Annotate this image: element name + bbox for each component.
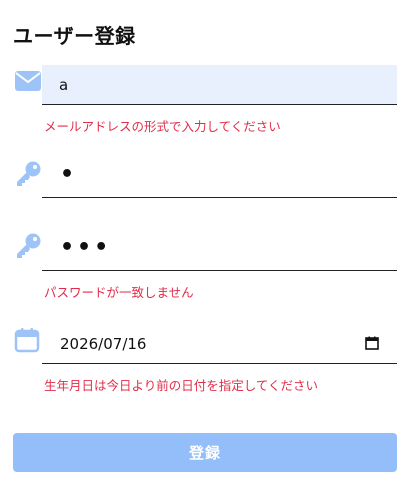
key-icon [14, 232, 42, 260]
register-button[interactable]: 登録 [13, 433, 397, 472]
birthdate-field[interactable]: 2026/07/16 [42, 324, 397, 364]
password-confirm-value: ••• [60, 234, 112, 260]
page-title: ユーザー登録 [13, 24, 136, 48]
password-confirm-error: パスワードが一致しません [44, 285, 194, 300]
calendar-icon [14, 327, 42, 355]
password-confirm-field[interactable]: ••• [42, 231, 397, 271]
password-value: • [60, 161, 78, 187]
date-picker-icon[interactable] [365, 336, 379, 350]
birthdate-error: 生年月日は今日より前の日付を指定してください [44, 378, 319, 393]
password-field[interactable]: • [42, 158, 397, 198]
email-error: メールアドレスの形式で入力してください [44, 119, 281, 134]
registration-page: ユーザー登録 a メールアドレスの形式で入力してください • ••• パスワード… [0, 0, 411, 493]
email-value: a [59, 75, 69, 94]
key-icon [14, 160, 42, 188]
email-field[interactable]: a [42, 65, 397, 105]
envelope-icon [14, 70, 42, 98]
birthdate-value: 2026/07/16 [60, 334, 147, 353]
